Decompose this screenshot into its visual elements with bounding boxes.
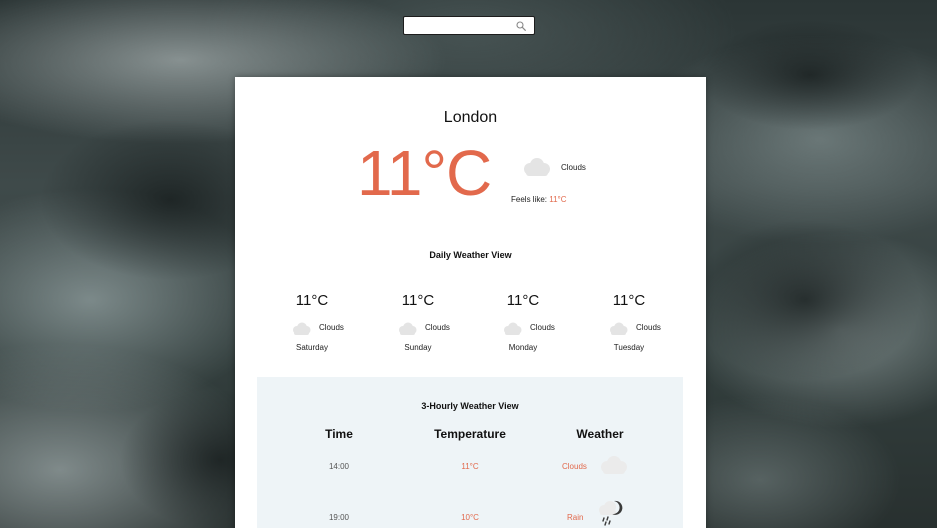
background-cloud-shadow [700,20,920,130]
current-temperature: 11°C [357,137,492,209]
hourly-description: Rain [567,513,584,522]
search-bar[interactable] [403,16,535,35]
cloud-icon [504,322,522,335]
daily-description: Clouds [636,323,661,332]
hourly-temperature: 10°C [461,513,479,522]
search-icon[interactable] [516,21,526,31]
feels-like: Feels like: 11°C [511,195,567,204]
cloud-icon [399,322,417,335]
daily-temperature: 11°C [506,292,540,309]
daily-item: 11°C Clouds Tuesday [576,292,682,356]
daily-temperature: 11°C [612,292,646,309]
daily-item: 11°C Clouds Monday [470,292,576,356]
daily-day-name: Monday [508,343,538,352]
cloud-icon [293,322,311,335]
hourly-temperature: 11°C [461,462,479,471]
daily-item: 11°C Clouds Saturday [259,292,365,356]
cloud-icon [610,322,628,335]
column-header-temperature: Temperature [434,427,506,441]
daily-day-name: Saturday [295,343,329,352]
column-header-time: Time [325,427,353,441]
daily-section-title: Daily Weather View [429,250,512,260]
daily-temperature: 11°C [401,292,435,309]
background-cloud-shadow [690,220,920,380]
daily-description: Clouds [425,323,450,332]
current-description: Clouds [561,163,586,172]
hourly-time: 14:00 [328,462,350,471]
feels-like-label: Feels like: [511,195,548,204]
daily-day-name: Sunday [404,343,432,352]
daily-description: Clouds [319,323,344,332]
hourly-section: 3-Hourly Weather View Time Temperature W… [257,377,683,528]
hourly-section-title: 3-Hourly Weather View [421,401,519,411]
weather-card: London 11°C Clouds Feels like: 11°C Dail… [235,77,706,528]
daily-description: Clouds [530,323,555,332]
cloud-icon [524,158,550,176]
feels-like-value: 11°C [549,195,567,204]
city-name: London [443,109,498,126]
daily-temperature: 11°C [295,292,329,309]
cloud-icon [601,456,627,474]
daily-item: 11°C Clouds Sunday [365,292,471,356]
column-header-weather: Weather [576,427,624,441]
search-input[interactable] [408,17,508,34]
daily-day-name: Tuesday [613,343,645,352]
hourly-time: 19:00 [328,513,350,522]
rain-cloud-icon [599,500,623,526]
